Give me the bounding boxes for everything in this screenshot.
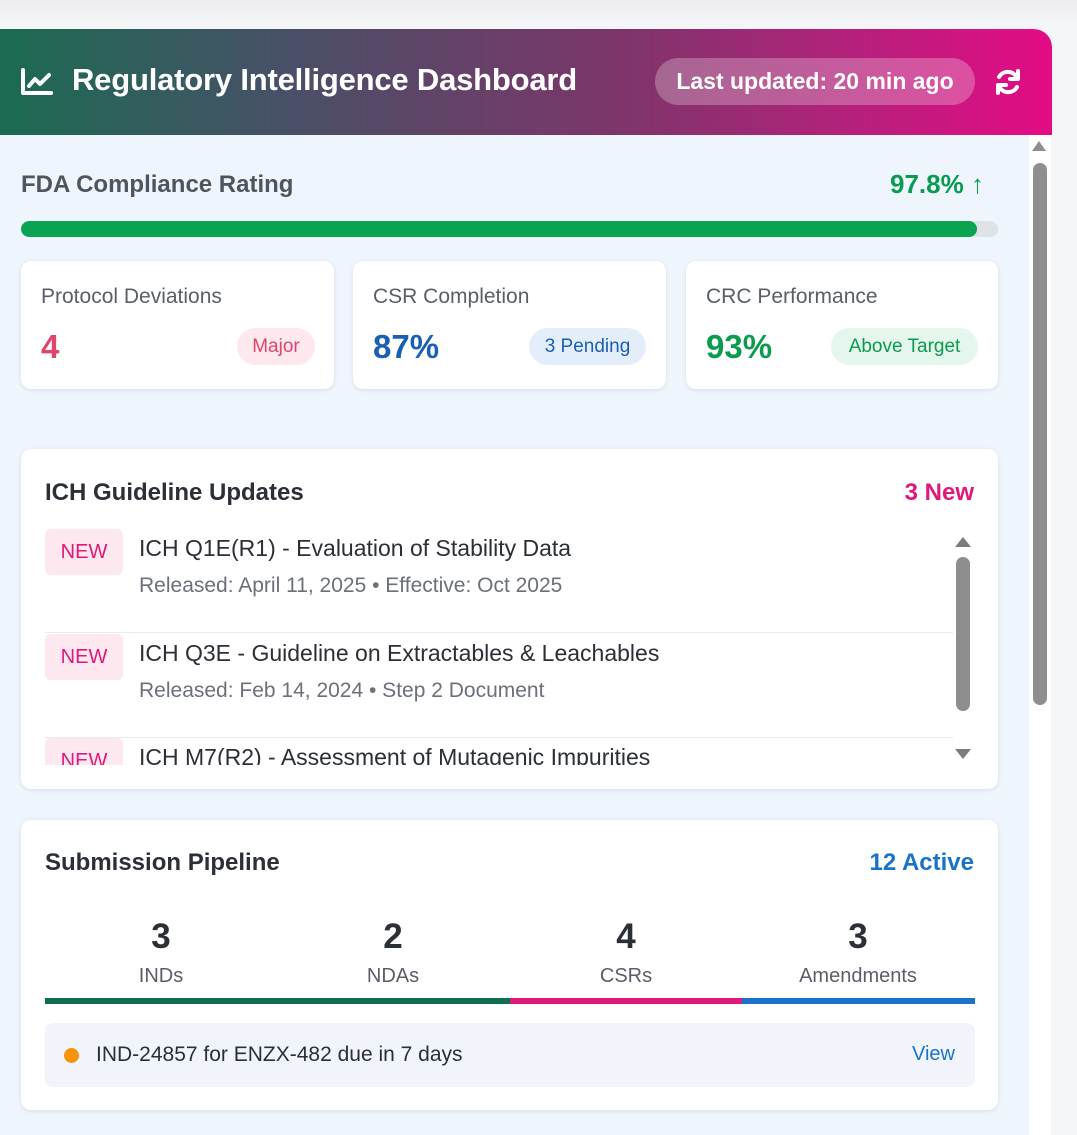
stage-bar-ndas: [277, 998, 511, 1004]
update-meta: Released: Feb 14, 2024 • Step 2 Document: [139, 679, 545, 702]
compliance-rating-value: 97.8% ↑: [890, 169, 984, 199]
scroll-up-arrow-icon[interactable]: [1032, 141, 1046, 151]
update-title[interactable]: ICH Q3E - Guideline on Extractables & Le…: [139, 640, 659, 667]
ich-updates-list: NEW ICH Q1E(R1) - Evaluation of Stabilit…: [45, 529, 953, 765]
stat-badge: Above Target: [831, 328, 978, 365]
stat-card-csr-completion[interactable]: CSR Completion 87% 3 Pending: [353, 261, 666, 389]
stat-card-protocol-deviations[interactable]: Protocol Deviations 4 Major: [21, 261, 334, 389]
stage-label: NDAs: [366, 965, 420, 987]
ich-updates-card: ICH Guideline Updates 3 New NEW ICH Q1E(…: [21, 449, 998, 789]
list-item[interactable]: NEW ICH M7(R2) - Assessment of Mutagenic…: [45, 738, 953, 765]
new-badge: NEW: [45, 634, 123, 680]
last-updated-badge: Last updated: 20 min ago: [655, 58, 975, 105]
stat-value: 87%: [373, 328, 440, 365]
stat-title: CRC Performance: [706, 285, 878, 308]
compliance-progress-bar: [21, 221, 998, 237]
stat-badge: Major: [237, 328, 315, 365]
stage-label: CSRs: [599, 965, 653, 987]
ich-new-count: 3 New: [904, 479, 974, 506]
submission-pipeline-card: Submission Pipeline 12 Active 3 INDs 2 N…: [21, 820, 998, 1110]
alert-text: IND-24857 for ENZX-482 due in 7 days: [96, 1043, 463, 1066]
pipeline-stage-ndas[interactable]: 2 NDAs: [277, 916, 509, 988]
update-title[interactable]: ICH M7(R2) - Assessment of Mutagenic Imp…: [139, 744, 650, 765]
stat-badge: 3 Pending: [529, 328, 646, 365]
stage-bar-csrs: [510, 998, 743, 1004]
warning-dot-icon: [64, 1048, 79, 1063]
stage-count: 3: [848, 917, 868, 956]
stat-title: Protocol Deviations: [41, 285, 222, 308]
pipeline-active-count: 12 Active: [869, 849, 974, 876]
new-badge: NEW: [45, 738, 123, 765]
stage-bar-inds: [45, 998, 278, 1004]
browser-top-strip: [0, 0, 1077, 22]
list-scroll-up-icon[interactable]: [955, 537, 971, 547]
stage-label: INDs: [138, 965, 184, 987]
dashboard-header: Regulatory Intelligence Dashboard Last u…: [0, 29, 1052, 135]
stage-label: Amendments: [799, 965, 917, 987]
pipeline-title: Submission Pipeline: [45, 849, 280, 876]
update-meta: Released: April 11, 2025 • Effective: Oc…: [139, 574, 563, 597]
stage-count: 3: [151, 917, 171, 956]
stage-bar-amendments: [742, 998, 975, 1004]
stat-card-crc-performance[interactable]: CRC Performance 93% Above Target: [686, 261, 998, 389]
stat-value: 93%: [706, 328, 773, 365]
view-link[interactable]: View: [912, 1043, 955, 1066]
pipeline-stage-inds[interactable]: 3 INDs: [45, 916, 277, 988]
ich-updates-title: ICH Guideline Updates: [45, 479, 304, 506]
update-title[interactable]: ICH Q1E(R1) - Evaluation of Stability Da…: [139, 535, 571, 562]
deadline-alert: IND-24857 for ENZX-482 due in 7 days Vie…: [45, 1023, 975, 1087]
pipeline-stage-csrs[interactable]: 4 CSRs: [510, 916, 742, 988]
list-item[interactable]: NEW ICH Q3E - Guideline on Extractables …: [45, 634, 953, 738]
new-badge: NEW: [45, 529, 123, 575]
list-scrollbar-thumb[interactable]: [956, 557, 970, 711]
list-scroll-down-icon[interactable]: [955, 749, 971, 759]
pipeline-stage-amendments[interactable]: 3 Amendments: [742, 916, 974, 988]
stat-title: CSR Completion: [373, 285, 530, 308]
refresh-icon[interactable]: [993, 67, 1023, 97]
dashboard-title: Regulatory Intelligence Dashboard: [72, 62, 578, 97]
stat-value: 4: [41, 328, 60, 365]
compliance-rating-label: FDA Compliance Rating: [21, 171, 294, 198]
list-item[interactable]: NEW ICH Q1E(R1) - Evaluation of Stabilit…: [45, 529, 953, 633]
compliance-progress-fill: [21, 221, 977, 237]
stage-count: 4: [616, 917, 636, 956]
page-scrollbar-thumb[interactable]: [1033, 163, 1047, 705]
stage-count: 2: [383, 917, 403, 956]
line-chart-icon: [21, 68, 53, 95]
